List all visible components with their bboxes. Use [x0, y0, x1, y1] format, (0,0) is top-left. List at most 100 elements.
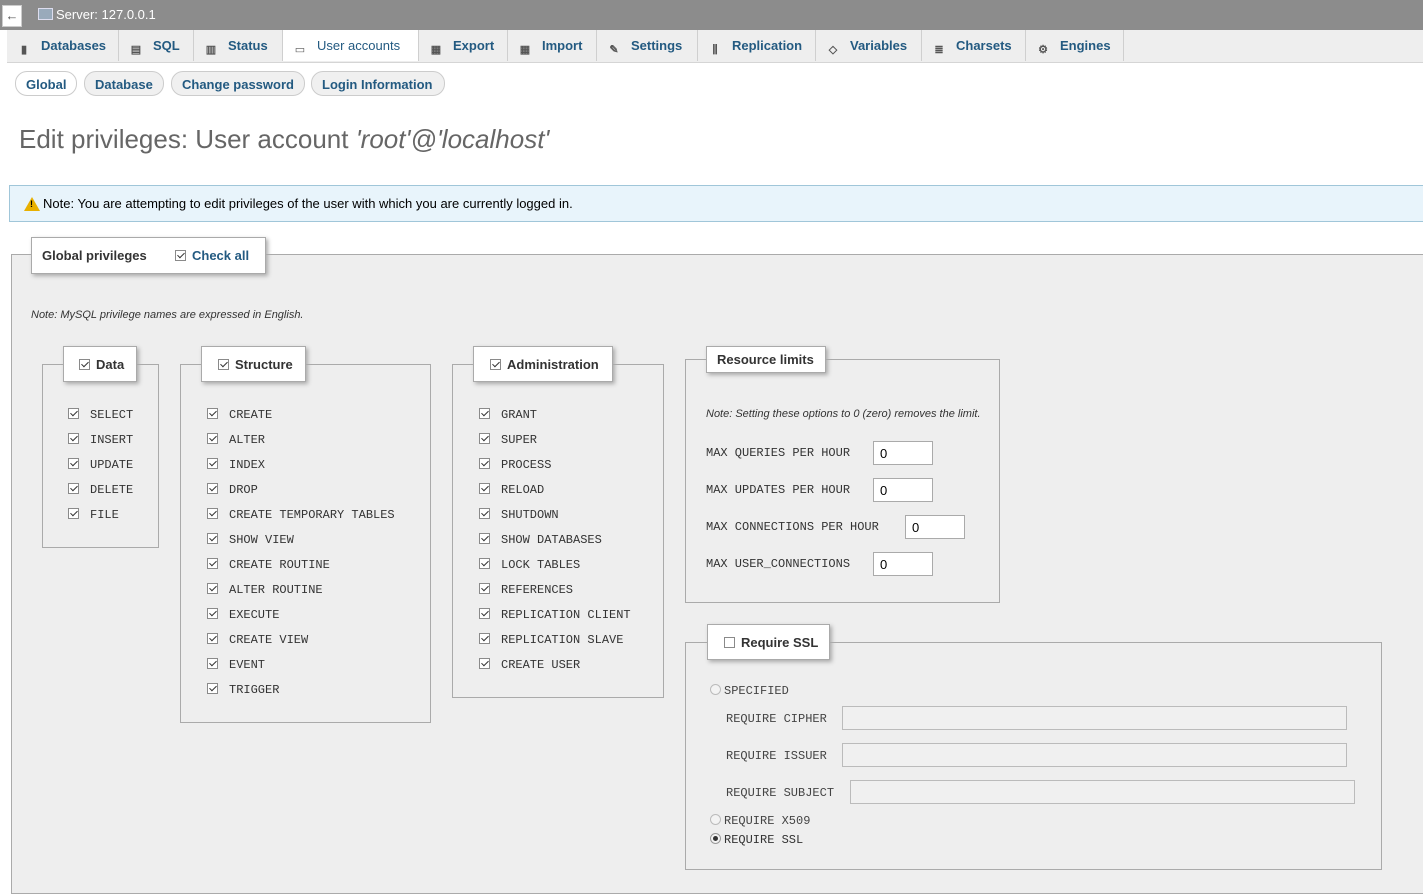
priv-grant[interactable]: GRANT [479, 408, 537, 422]
priv-trigger-checkbox[interactable] [207, 683, 218, 694]
ssl-require-ssl-option[interactable]: REQUIRE SSL [710, 833, 803, 847]
priv-create[interactable]: CREATE [207, 408, 272, 422]
administration-group-checkbox[interactable] [490, 359, 501, 370]
priv-super-checkbox[interactable] [479, 433, 490, 444]
priv-replication-client-checkbox[interactable] [479, 608, 490, 619]
priv-update[interactable]: UPDATE [68, 458, 133, 472]
structure-group-checkbox[interactable] [218, 359, 229, 370]
priv-index[interactable]: INDEX [207, 458, 265, 472]
structure-group-legend[interactable]: Structure [201, 346, 306, 382]
priv-insert[interactable]: INSERT [68, 433, 133, 447]
tab-import[interactable]: ▦ Import [508, 30, 597, 61]
ssl-require-x509-radio[interactable] [710, 814, 721, 825]
ssl-specified-radio[interactable] [710, 684, 721, 695]
priv-create-temporary-tables-checkbox[interactable] [207, 508, 218, 519]
require-ssl-checkbox[interactable] [724, 637, 735, 648]
priv-process-checkbox[interactable] [479, 458, 490, 469]
priv-grant-checkbox[interactable] [479, 408, 490, 419]
priv-alter-checkbox[interactable] [207, 433, 218, 444]
subtab-change-password[interactable]: Change password [171, 71, 305, 96]
priv-drop-checkbox[interactable] [207, 483, 218, 494]
priv-lock-tables-checkbox[interactable] [479, 558, 490, 569]
priv-show-databases[interactable]: SHOW DATABASES [479, 533, 602, 547]
tab-variables[interactable]: ◇ Variables [816, 30, 922, 61]
ssl-require-ssl-radio[interactable] [710, 833, 721, 844]
priv-create-checkbox[interactable] [207, 408, 218, 419]
data-group-legend[interactable]: Data [63, 346, 137, 382]
resource-limits-note: Note: Setting these options to 0 (zero) … [706, 408, 981, 420]
priv-insert-checkbox[interactable] [68, 433, 79, 444]
priv-alter[interactable]: ALTER [207, 433, 265, 447]
status-icon: ▥ [205, 44, 217, 56]
priv-reload-checkbox[interactable] [479, 483, 490, 494]
tab-export[interactable]: ▦ Export [419, 30, 508, 61]
server-breadcrumb[interactable]: Server: 127.0.0.1 [38, 7, 156, 22]
priv-update-checkbox[interactable] [68, 458, 79, 469]
priv-trigger[interactable]: TRIGGER [207, 683, 279, 697]
max-connections-input[interactable] [905, 515, 965, 539]
data-group-checkbox[interactable] [79, 359, 90, 370]
priv-replication-slave[interactable]: REPLICATION SLAVE [479, 633, 623, 647]
priv-alter-routine[interactable]: ALTER ROUTINE [207, 583, 323, 597]
priv-process[interactable]: PROCESS [479, 458, 551, 472]
priv-drop[interactable]: DROP [207, 483, 258, 497]
priv-references[interactable]: REFERENCES [479, 583, 573, 597]
require-subject-input[interactable] [850, 780, 1355, 804]
priv-file[interactable]: FILE [68, 508, 119, 522]
tab-charsets[interactable]: ≣ Charsets [922, 30, 1026, 61]
priv-select[interactable]: SELECT [68, 408, 133, 422]
priv-shutdown-checkbox[interactable] [479, 508, 490, 519]
tab-databases[interactable]: ▮ Databases [7, 30, 119, 61]
ssl-require-x509-option[interactable]: REQUIRE X509 [710, 814, 810, 828]
max-updates-input[interactable] [873, 478, 933, 502]
priv-super[interactable]: SUPER [479, 433, 537, 447]
priv-show-databases-checkbox[interactable] [479, 533, 490, 544]
priv-create-routine-checkbox[interactable] [207, 558, 218, 569]
tab-settings[interactable]: ✎ Settings [597, 30, 698, 61]
priv-execute[interactable]: EXECUTE [207, 608, 279, 622]
priv-show-view-checkbox[interactable] [207, 533, 218, 544]
subtab-login-information[interactable]: Login Information [311, 71, 445, 96]
tab-user-accounts[interactable]: ▭ User accounts [283, 30, 419, 61]
require-issuer-input[interactable] [842, 743, 1347, 767]
max-queries-input[interactable] [873, 441, 933, 465]
priv-execute-checkbox[interactable] [207, 608, 218, 619]
priv-event-checkbox[interactable] [207, 658, 218, 669]
ssl-specified-option[interactable]: SPECIFIED [710, 684, 789, 698]
subtab-database[interactable]: Database [84, 71, 164, 96]
tab-status[interactable]: ▥ Status [194, 30, 283, 61]
subtab-global[interactable]: Global [15, 71, 77, 96]
priv-create-routine[interactable]: CREATE ROUTINE [207, 558, 330, 572]
tab-sql[interactable]: ▤ SQL [119, 30, 194, 61]
check-all-toggle[interactable]: Check all [175, 238, 249, 274]
priv-replication-slave-checkbox[interactable] [479, 633, 490, 644]
priv-create-view-checkbox[interactable] [207, 633, 218, 644]
priv-delete-checkbox[interactable] [68, 483, 79, 494]
priv-delete[interactable]: DELETE [68, 483, 133, 497]
tab-replication[interactable]: ⫼ Replication [698, 30, 816, 61]
priv-create-user-checkbox[interactable] [479, 658, 490, 669]
priv-file-checkbox[interactable] [68, 508, 79, 519]
require-cipher-input[interactable] [842, 706, 1347, 730]
require-subject-label: REQUIRE SUBJECT [726, 786, 835, 800]
priv-replication-client[interactable]: REPLICATION CLIENT [479, 608, 631, 622]
administration-group-legend[interactable]: Administration [473, 346, 613, 382]
priv-alter-routine-checkbox[interactable] [207, 583, 218, 594]
check-all-label[interactable]: Check all [192, 248, 249, 263]
require-ssl-legend[interactable]: Require SSL [707, 624, 830, 660]
priv-create-view[interactable]: CREATE VIEW [207, 633, 308, 647]
priv-show-view[interactable]: SHOW VIEW [207, 533, 294, 547]
priv-event[interactable]: EVENT [207, 658, 265, 672]
back-button[interactable]: ← [2, 5, 22, 27]
tab-engines[interactable]: ⚙ Engines [1026, 30, 1124, 61]
max-user-connections-input[interactable] [873, 552, 933, 576]
check-all-checkbox[interactable] [175, 250, 186, 261]
priv-reload[interactable]: RELOAD [479, 483, 544, 497]
priv-create-temporary-tables[interactable]: CREATE TEMPORARY TABLES [207, 508, 395, 522]
priv-references-checkbox[interactable] [479, 583, 490, 594]
priv-create-user[interactable]: CREATE USER [479, 658, 580, 672]
priv-shutdown[interactable]: SHUTDOWN [479, 508, 559, 522]
priv-lock-tables[interactable]: LOCK TABLES [479, 558, 580, 572]
priv-select-checkbox[interactable] [68, 408, 79, 419]
priv-index-checkbox[interactable] [207, 458, 218, 469]
